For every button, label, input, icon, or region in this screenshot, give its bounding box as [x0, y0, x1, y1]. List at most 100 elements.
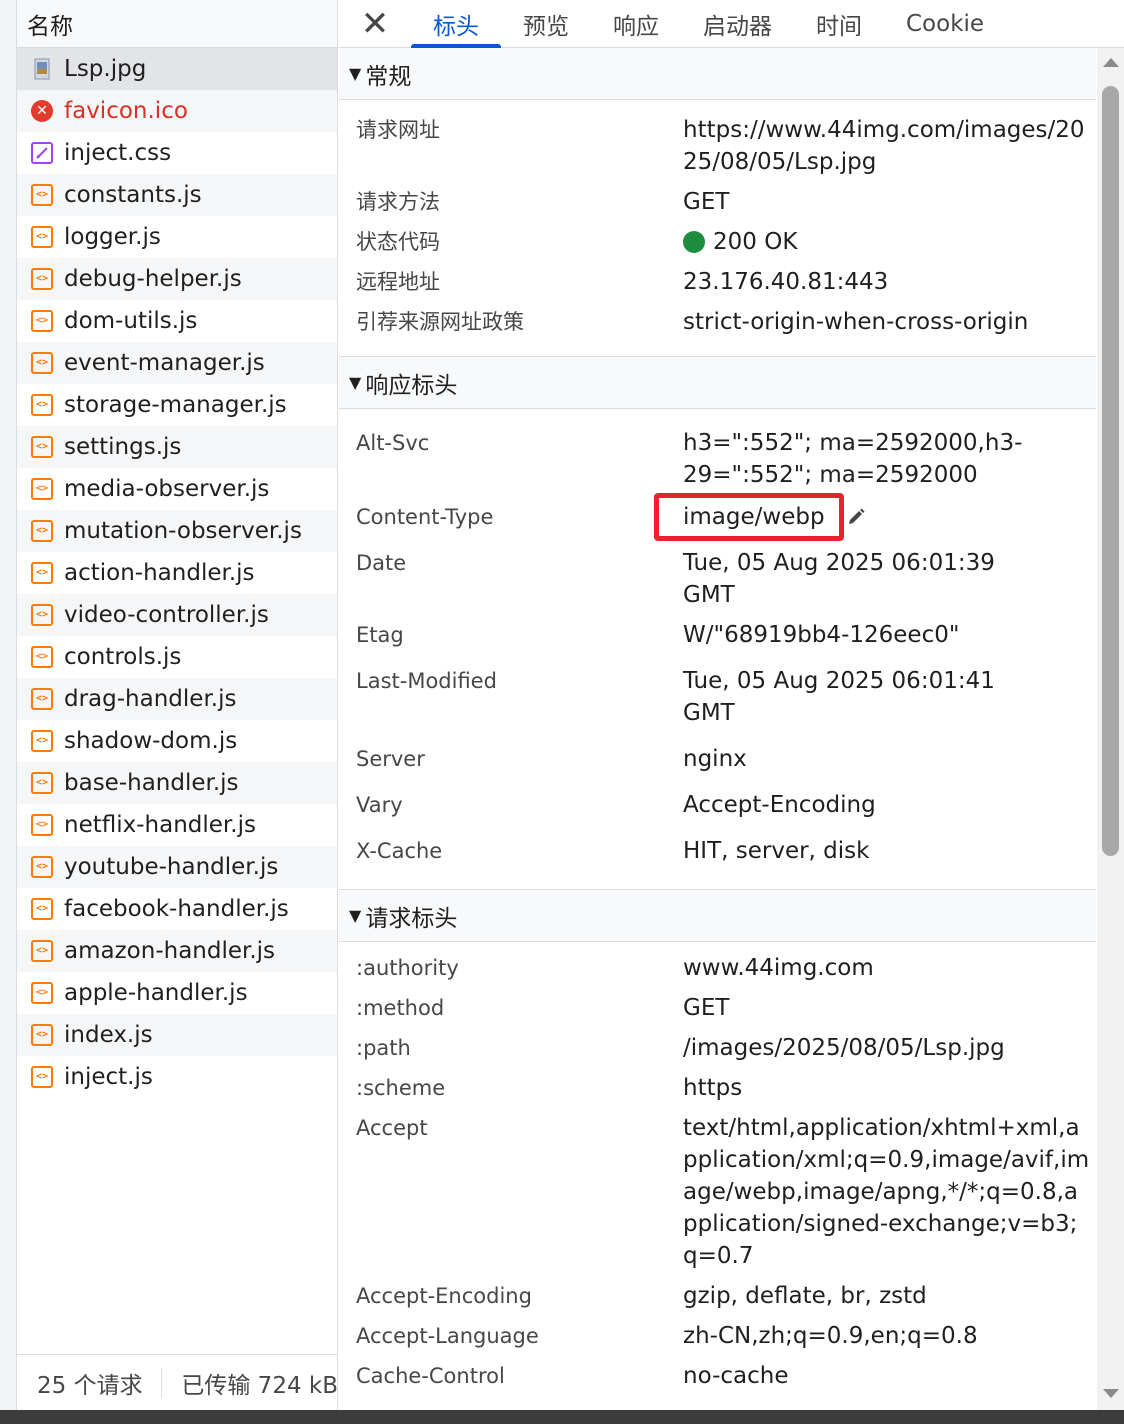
header-row: 请求方法 GET — [339, 186, 1096, 218]
request-list-item[interactable]: Lsp.jpg — [17, 48, 337, 90]
header-value[interactable]: zh-CN,zh;q=0.9,en;q=0.8 — [683, 1320, 1096, 1352]
request-file-name: youtube-handler.js — [64, 854, 279, 880]
request-list: Lsp.jpg ✕ favicon.ico inject.css <> constants… — [17, 48, 337, 1098]
header-value[interactable]: text/html,application/xhtml+xml,applicat… — [683, 1112, 1096, 1272]
header-value[interactable]: HIT, server, disk — [683, 835, 1096, 867]
left-gutter — [0, 0, 17, 1410]
headers-content: ▼ 常规 请求网址 https://www.44img.com/images/2… — [339, 48, 1096, 1410]
request-file-name: Lsp.jpg — [64, 56, 147, 82]
request-file-name: action-handler.js — [64, 560, 255, 586]
request-list-panel: 名称 Lsp.jpg ✕ favicon.ico inject.css <> consta… — [17, 0, 338, 1410]
request-list-item[interactable]: <> video-controller.js — [17, 594, 337, 636]
request-headers-section-header[interactable]: ▼ 请求标头 — [339, 890, 1096, 942]
general-section-header[interactable]: ▼ 常规 — [339, 48, 1096, 100]
header-value[interactable]: www.44img.com — [683, 952, 1096, 984]
request-file-name: settings.js — [64, 434, 182, 460]
header-value[interactable]: gzip, deflate, br, zstd — [683, 1280, 1096, 1312]
header-value[interactable]: GET — [683, 186, 1096, 218]
header-value[interactable]: nginx — [683, 743, 1096, 775]
details-panel: ✕ 标头 预览 响应 启动器 时间 Cookie ▼ 常规 请求网址 https… — [339, 0, 1124, 1410]
request-list-item[interactable]: <> dom-utils.js — [17, 300, 337, 342]
request-list-item[interactable]: <> shadow-dom.js — [17, 720, 337, 762]
highlight-box: image/webp — [654, 493, 844, 541]
request-file-name: favicon.ico — [64, 98, 188, 124]
response-headers-section-header[interactable]: ▼ 响应标头 — [339, 357, 1096, 409]
header-key: :path — [356, 1036, 411, 1060]
tab-headers[interactable]: 标头 — [411, 0, 501, 48]
header-row: 状态代码 200 OK — [339, 226, 1096, 258]
request-list-item[interactable]: ✕ favicon.ico — [17, 90, 337, 132]
tab-cookies[interactable]: Cookie — [884, 0, 1006, 47]
request-file-name: netflix-handler.js — [64, 812, 256, 838]
request-list-item[interactable]: <> drag-handler.js — [17, 678, 337, 720]
request-file-name: video-controller.js — [64, 602, 269, 628]
pencil-icon[interactable] — [846, 507, 866, 527]
header-value[interactable]: GET — [683, 992, 1096, 1024]
header-key: Accept-Encoding — [356, 1284, 532, 1308]
header-key: Content-Type — [356, 505, 494, 529]
collapse-triangle-icon: ▼ — [349, 64, 362, 83]
general-section-title: 常规 — [365, 63, 412, 90]
header-value[interactable]: Accept-Encoding — [683, 789, 1096, 821]
request-list-item[interactable]: <> constants.js — [17, 174, 337, 216]
header-value[interactable]: Tue, 05 Aug 2025 06:01:39 GMT — [683, 547, 1096, 611]
scroll-up-arrow-icon[interactable] — [1103, 58, 1119, 67]
request-list-item[interactable]: <> base-handler.js — [17, 762, 337, 804]
request-list-item[interactable]: <> apple-handler.js — [17, 972, 337, 1014]
js-icon: <> — [31, 1024, 53, 1046]
request-list-item[interactable]: <> settings.js — [17, 426, 337, 468]
header-row: Accept-Encoding gzip, deflate, br, zstd — [339, 1280, 1096, 1312]
name-column-header[interactable]: 名称 — [17, 0, 337, 48]
header-row: Content-Type image/webp — [339, 493, 1096, 541]
request-list-item[interactable]: <> index.js — [17, 1014, 337, 1056]
request-list-item[interactable]: <> event-manager.js — [17, 342, 337, 384]
request-list-item[interactable]: <> media-observer.js — [17, 468, 337, 510]
transferred-size: 已传输 724 kB — [181, 1372, 338, 1399]
request-list-item[interactable]: <> youtube-handler.js — [17, 846, 337, 888]
request-list-item[interactable]: <> facebook-handler.js — [17, 888, 337, 930]
header-row: Accept text/html,application/xhtml+xml,a… — [339, 1112, 1096, 1272]
scroll-down-arrow-icon[interactable] — [1103, 1389, 1119, 1398]
request-list-item[interactable]: <> controls.js — [17, 636, 337, 678]
request-file-name: apple-handler.js — [64, 980, 248, 1006]
header-row: Last-Modified Tue, 05 Aug 2025 06:01:41 … — [339, 665, 1096, 729]
close-details-button[interactable]: ✕ — [339, 0, 411, 47]
header-value[interactable]: /images/2025/08/05/Lsp.jpg — [683, 1032, 1096, 1064]
request-list-item[interactable]: <> netflix-handler.js — [17, 804, 337, 846]
response-headers-title: 响应标头 — [365, 372, 458, 399]
tab-timing[interactable]: 时间 — [794, 0, 884, 47]
header-key: 远程地址 — [356, 270, 440, 294]
request-list-item[interactable]: <> logger.js — [17, 216, 337, 258]
request-file-name: constants.js — [64, 182, 202, 208]
header-value[interactable]: W/"68919bb4-126eec0" — [683, 619, 1096, 651]
request-list-item[interactable]: <> mutation-observer.js — [17, 510, 337, 552]
header-key: Etag — [356, 623, 404, 647]
vertical-scrollbar[interactable] — [1097, 48, 1124, 1410]
tab-initiator[interactable]: 启动器 — [681, 0, 794, 47]
header-value[interactable]: Tue, 05 Aug 2025 06:01:41 GMT — [683, 665, 1096, 729]
js-icon: <> — [31, 478, 53, 500]
scrollbar-thumb[interactable] — [1102, 86, 1119, 856]
header-key: 引荐来源网址政策 — [356, 310, 524, 334]
collapse-triangle-icon: ▼ — [349, 906, 362, 925]
request-list-item[interactable]: inject.css — [17, 132, 337, 174]
request-list-item[interactable]: <> storage-manager.js — [17, 384, 337, 426]
request-list-item[interactable]: <> debug-helper.js — [17, 258, 337, 300]
header-value[interactable]: 23.176.40.81:443 — [683, 266, 1096, 298]
tab-response[interactable]: 响应 — [591, 0, 681, 47]
request-list-item[interactable]: <> inject.js — [17, 1056, 337, 1098]
request-list-item[interactable]: <> action-handler.js — [17, 552, 337, 594]
header-value[interactable]: https://www.44img.com/images/2025/08/05/… — [683, 114, 1096, 178]
header-row: Server nginx — [339, 743, 1096, 775]
tab-preview[interactable]: 预览 — [501, 0, 591, 47]
status-value[interactable]: 200 OK — [683, 226, 1096, 258]
js-icon: <> — [31, 982, 53, 1004]
header-value[interactable]: no-cache — [683, 1360, 1096, 1392]
request-list-item[interactable]: <> amazon-handler.js — [17, 930, 337, 972]
header-key: Server — [356, 747, 425, 771]
header-value[interactable]: h3=":552"; ma=2592000,h3-29=":552"; ma=2… — [683, 427, 1096, 491]
content-type-value[interactable]: image/webp — [654, 493, 1096, 541]
header-value[interactable]: https — [683, 1072, 1096, 1104]
header-value[interactable]: strict-origin-when-cross-origin — [683, 306, 1096, 338]
request-file-name: logger.js — [64, 224, 161, 250]
